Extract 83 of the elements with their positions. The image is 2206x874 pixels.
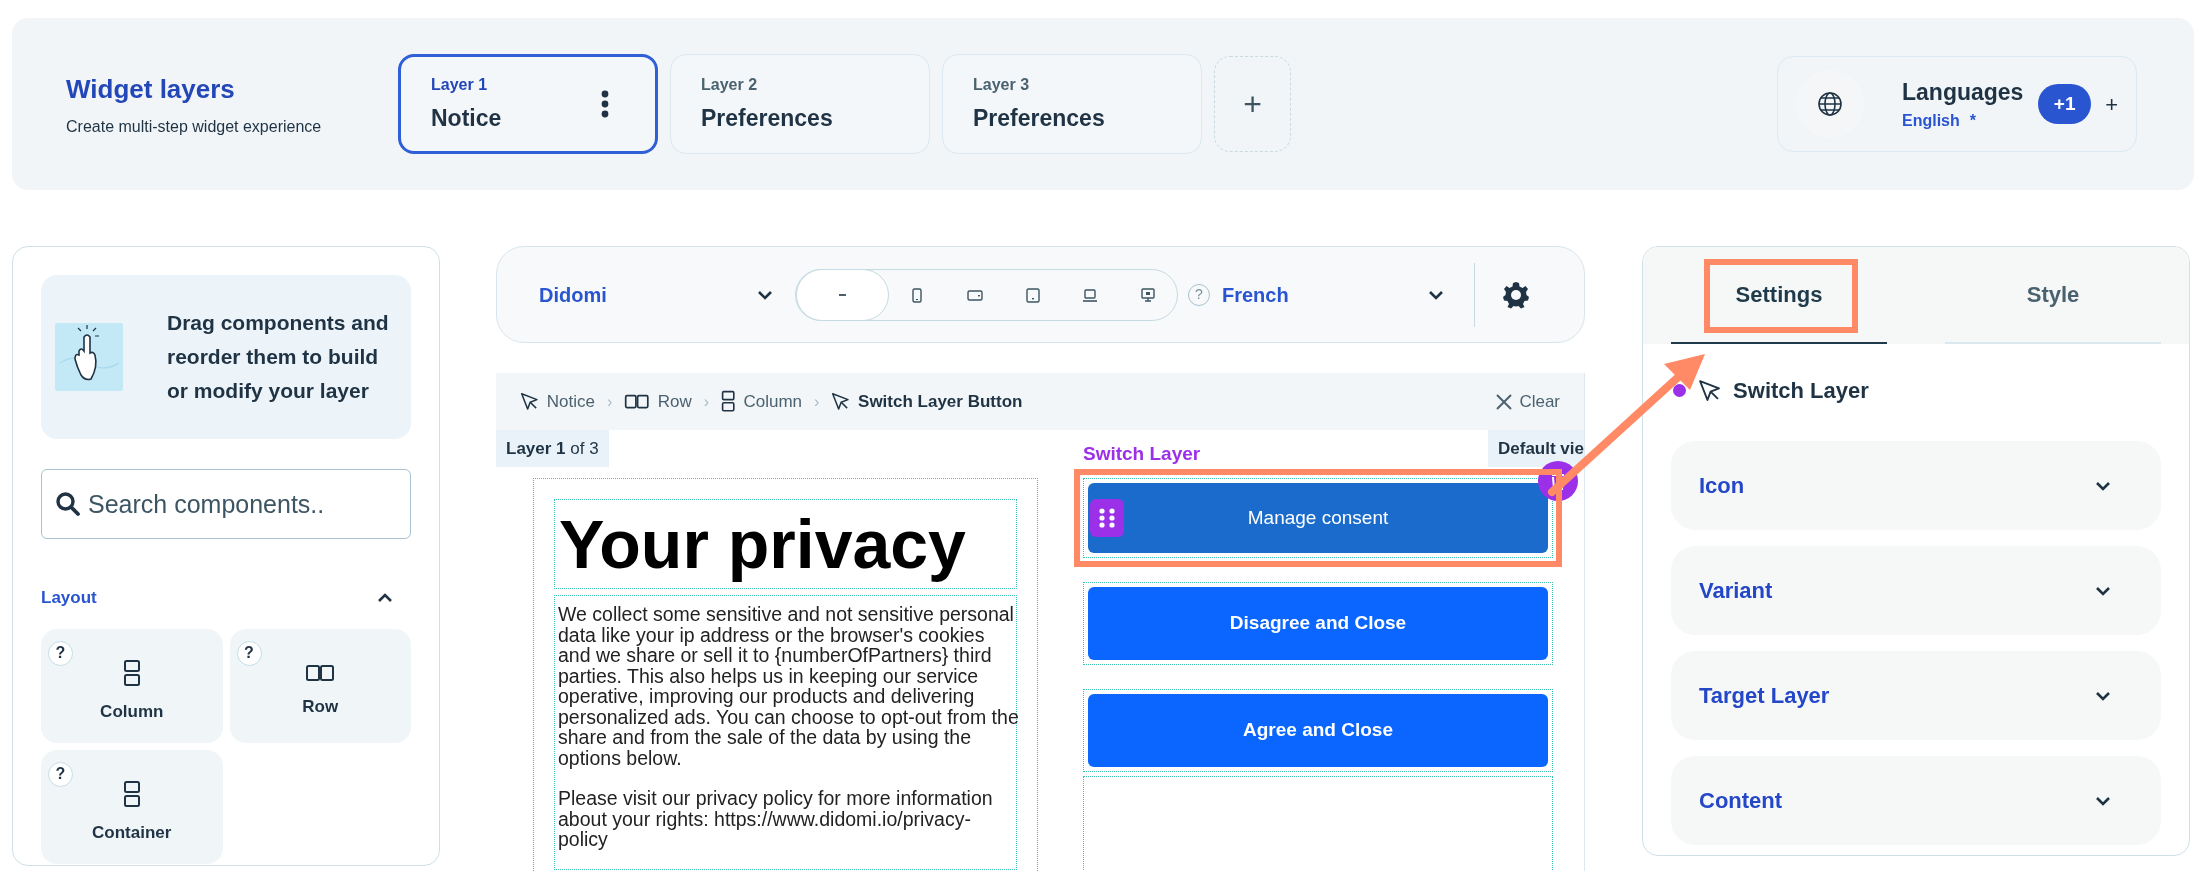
panel-tab[interactable]: Settings <box>1671 247 1887 344</box>
layer-tag: Layer 1 of 3 <box>496 430 609 467</box>
breadcrumb-separator: › <box>703 391 710 412</box>
language-name: French <box>1222 282 1289 308</box>
cursor-icon <box>520 392 539 411</box>
section-label: Variant <box>1699 577 1773 605</box>
breadcrumb-item[interactable]: Switch Layer Button <box>831 388 1023 415</box>
accordion-item[interactable]: Target Layer <box>1671 651 2161 740</box>
layer-name: Preferences <box>701 103 833 133</box>
breadcrumb-item[interactable]: Column <box>721 388 803 415</box>
tablet-icon <box>1023 285 1042 304</box>
consent-button[interactable]: Disagree and Close <box>1088 587 1548 660</box>
accordion-item[interactable]: Content <box>1671 756 2161 845</box>
language-select[interactable]: French <box>1222 279 1456 310</box>
languages-card[interactable]: Languages English * +1 + <box>1777 56 2137 152</box>
breadcrumb-item[interactable]: Notice <box>520 388 595 415</box>
cursor-icon <box>1698 378 1722 403</box>
component-tile[interactable]: ? Container <box>41 749 223 864</box>
layer-number: Layer 2 <box>701 74 758 95</box>
settings-icon[interactable] <box>1501 279 1531 310</box>
component-tile[interactable]: ? Row <box>229 628 411 743</box>
privacy-text: Please visit our privacy policy for more information about your rights: https://www.didomi.io/privacy-policy <box>558 788 994 850</box>
privacy-text: We collect some sensitive and not sensitive personal data like your ip address or the browser's cookies and we share or sell it to {numberOfPartners} third parties. This also helps us in keeping our service operative, improving our products and delivering personalized ads. You can choose to opt-out from the share and from the sale of the data by using the options below. <box>558 604 1020 768</box>
caret-up-icon[interactable] <box>377 592 393 603</box>
minus-icon <box>838 293 846 296</box>
layer-number: Layer 3 <box>973 74 1030 95</box>
section-label: Icon <box>1699 472 1745 500</box>
section-label: Content <box>1699 787 1783 815</box>
search-field[interactable]: Search components.. <box>41 469 411 539</box>
add-language-button[interactable]: + <box>2105 87 2118 121</box>
help-icon: ? <box>48 761 73 787</box>
language-name: English <box>1902 111 1960 132</box>
consent-button[interactable]: Agree and Close <box>1088 694 1548 767</box>
clear-button[interactable]: Clear <box>1495 388 1560 415</box>
page-title: Widget layers <box>66 72 236 106</box>
row-icon <box>624 393 650 410</box>
more-icon <box>601 90 609 118</box>
column-icon <box>122 658 141 687</box>
hint-text: Drag components and reorder them to build or modify your layer <box>167 310 389 404</box>
accordion-item[interactable]: Variant <box>1671 546 2161 635</box>
component-label: Row <box>302 695 339 718</box>
layer-tab[interactable]: Layer 3 Preferences <box>942 54 1202 154</box>
accordion-item[interactable]: Icon <box>1671 441 2161 530</box>
breadcrumb-separator: › <box>606 391 613 412</box>
component-name: Switch Layer <box>1733 377 1869 405</box>
section-label: Target Layer <box>1699 682 1830 710</box>
column-icon <box>721 390 736 413</box>
count-badge: +1 <box>2038 84 2092 124</box>
delete-icon[interactable] <box>1538 461 1578 501</box>
tap-illustration <box>55 323 123 391</box>
layer-number: Layer 1 <box>431 74 488 95</box>
layer-tab[interactable]: Layer 1 Notice <box>398 54 658 154</box>
row-icon <box>305 663 336 682</box>
theme-select[interactable]: Didomi <box>539 279 785 310</box>
panel-tab[interactable]: Style <box>1945 247 2161 344</box>
add-layer-button[interactable]: + <box>1214 56 1291 152</box>
component-label: Column <box>100 700 164 723</box>
component-tile[interactable]: ? Column <box>41 628 223 743</box>
search-icon <box>55 491 81 517</box>
drag-handle-icon <box>1090 499 1124 537</box>
column-icon <box>122 779 141 808</box>
view-tag: Default vie <box>1488 430 1584 467</box>
section-title: Layout <box>41 587 97 609</box>
selection-label: Switch Layer <box>1083 442 1201 466</box>
breadcrumb-separator: › <box>814 391 820 412</box>
cursor-icon <box>831 392 851 411</box>
help-icon: ? <box>48 640 73 666</box>
component-label: Container <box>92 821 172 844</box>
layer-tab[interactable]: Layer 2 Preferences <box>670 54 930 154</box>
chevron-down-icon <box>757 289 773 300</box>
monitor-icon <box>1139 285 1158 304</box>
layer-name: Preferences <box>973 103 1105 133</box>
theme-name: Didomi <box>539 282 607 308</box>
consent-button[interactable]: Manage consent <box>1088 483 1548 553</box>
default-marker: * <box>1969 111 1976 132</box>
layer-name: Notice <box>431 103 502 133</box>
globe-icon <box>1817 91 1843 117</box>
page-subtitle: Create multi-step widget experience <box>66 116 323 137</box>
close-icon <box>1495 392 1514 411</box>
breadcrumb-item[interactable]: Row <box>624 388 692 415</box>
chevron-down-icon <box>1428 289 1444 300</box>
languages-title: Languages <box>1902 77 2024 107</box>
help-icon: ? <box>236 640 262 666</box>
